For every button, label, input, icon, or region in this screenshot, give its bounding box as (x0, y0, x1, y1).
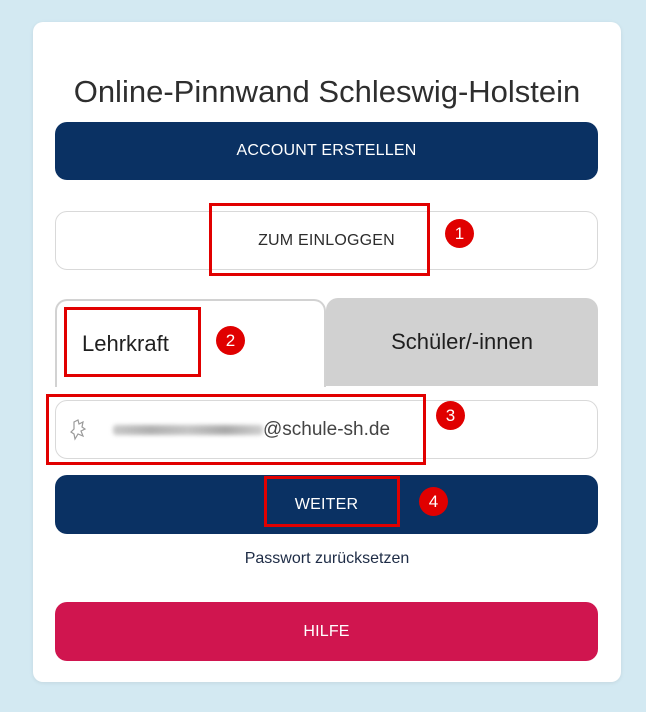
tab-students[interactable]: Schüler/-innen (326, 298, 598, 386)
highlight-box-1 (209, 203, 430, 276)
annotation-badge-3: 3 (436, 401, 465, 430)
annotation-badge-2: 2 (216, 326, 245, 355)
tab-students-label: Schüler/-innen (391, 329, 533, 354)
page-title: Online-Pinnwand Schleswig-Holstein (73, 74, 581, 109)
highlight-box-4 (264, 476, 400, 527)
help-button[interactable]: HILFE (55, 602, 598, 661)
create-account-button[interactable]: ACCOUNT ERSTELLEN (55, 122, 598, 180)
annotation-badge-4: 4 (419, 487, 448, 516)
reset-password-link[interactable]: Passwort zurücksetzen (33, 550, 621, 568)
highlight-box-2 (64, 307, 201, 377)
highlight-box-3 (46, 394, 426, 465)
annotation-badge-1: 1 (445, 219, 474, 248)
